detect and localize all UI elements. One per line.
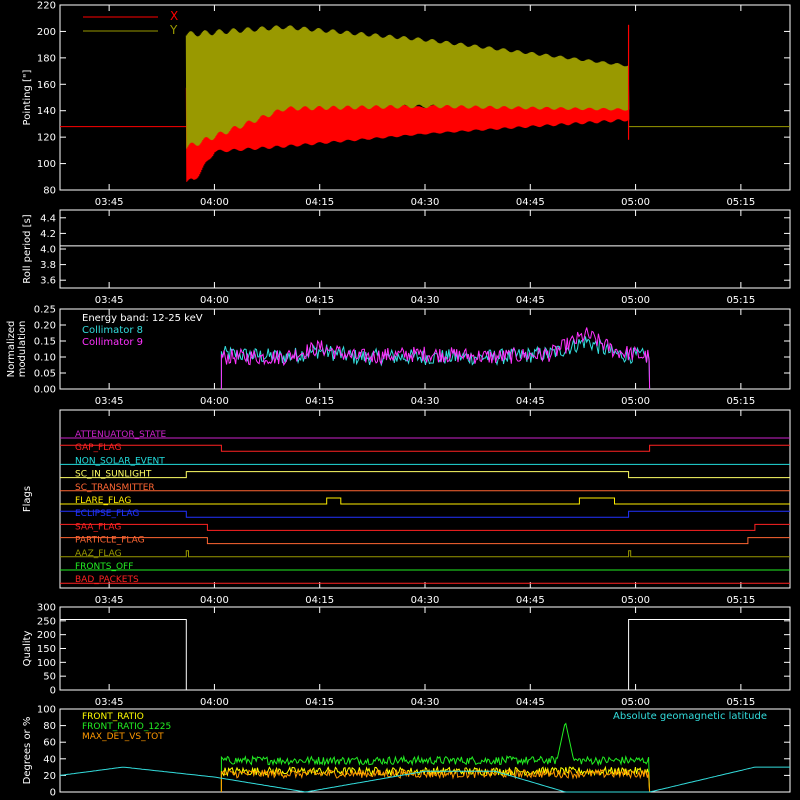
flags-xtick-label: 05:15 bbox=[726, 595, 755, 606]
quality-xtick-label: 03:45 bbox=[95, 697, 124, 708]
modulation-ylabel: modulation bbox=[17, 321, 28, 378]
modulation-ytick-label: 0.10 bbox=[34, 353, 56, 364]
pointing-xtick-label: 04:30 bbox=[411, 197, 440, 208]
pointing-xtick-label: 04:00 bbox=[200, 197, 229, 208]
ratios-ytick-label: 0 bbox=[50, 788, 56, 799]
flags-ylabel: Flags bbox=[22, 486, 33, 512]
pointing-ytick-label: 80 bbox=[43, 186, 56, 197]
pointing-legend-label-X: X bbox=[170, 9, 178, 23]
modulation-xtick-label: 03:45 bbox=[95, 396, 124, 407]
modulation-ytick-label: 0.20 bbox=[34, 321, 56, 332]
pointing-ytick-label: 220 bbox=[37, 1, 56, 12]
modulation-xtick-label: 04:45 bbox=[516, 396, 545, 407]
quality-ytick-label: 100 bbox=[37, 658, 56, 669]
ratios-ytick-label: 100 bbox=[37, 705, 56, 716]
pointing-xtick-label: 03:45 bbox=[95, 197, 124, 208]
flags-xtick-label: 04:15 bbox=[305, 595, 334, 606]
roll-ytick-label: 4.0 bbox=[40, 245, 56, 256]
ratios-ytick-label: 60 bbox=[43, 738, 56, 749]
modulation-xtick-label: 04:15 bbox=[305, 396, 334, 407]
roll-xtick-label: 04:30 bbox=[411, 295, 440, 306]
pointing-xtick-label: 05:00 bbox=[621, 197, 650, 208]
roll-xtick-label: 03:45 bbox=[95, 295, 124, 306]
roll-ylabel: Roll period [s] bbox=[22, 214, 33, 283]
pointing-ytick-label: 100 bbox=[37, 159, 56, 170]
pointing-xtick-label: 04:15 bbox=[305, 197, 334, 208]
ratios-legend-1: FRONT_RATIO_1225 bbox=[82, 722, 171, 732]
quality-ytick-label: 150 bbox=[37, 644, 56, 655]
modulation-ytick-label: 0.15 bbox=[34, 337, 56, 348]
quality-ytick-label: 250 bbox=[37, 616, 56, 627]
ratios-legend-2: MAX_DET_VS_TOT bbox=[82, 732, 164, 742]
pointing-xtick-label: 05:15 bbox=[726, 197, 755, 208]
modulation-xtick-label: 05:15 bbox=[726, 396, 755, 407]
pointing-ytick-label: 180 bbox=[37, 53, 56, 64]
pointing-ylabel: Pointing ["] bbox=[22, 69, 33, 125]
modulation-annotation: Energy band: 12-25 keV bbox=[82, 313, 203, 324]
pointing-xtick-label: 04:45 bbox=[516, 197, 545, 208]
pointing-ytick-label: 140 bbox=[37, 106, 56, 117]
flags-xtick-label: 04:30 bbox=[411, 595, 440, 606]
modulation-legend-1: Collimator 9 bbox=[82, 337, 143, 348]
quality-xtick-label: 05:15 bbox=[726, 697, 755, 708]
pointing-legend-label-Y: Y bbox=[169, 23, 178, 37]
quality-xtick-label: 04:30 bbox=[411, 697, 440, 708]
modulation-ytick-label: 0.05 bbox=[34, 369, 56, 380]
roll-xtick-label: 05:00 bbox=[621, 295, 650, 306]
flags-xtick-label: 03:45 bbox=[95, 595, 124, 606]
flags-xtick-label: 05:00 bbox=[621, 595, 650, 606]
ratios-annotation: Absolute geomagnetic latitude bbox=[613, 711, 767, 722]
quality-ytick-label: 200 bbox=[37, 630, 56, 641]
modulation-ytick-label: 0.25 bbox=[34, 305, 56, 316]
modulation-xtick-label: 04:00 bbox=[200, 396, 229, 407]
roll-ytick-label: 3.8 bbox=[40, 260, 56, 271]
roll-xtick-label: 05:15 bbox=[726, 295, 755, 306]
quality-ytick-label: 50 bbox=[43, 672, 56, 683]
ratios-ytick-label: 20 bbox=[43, 771, 56, 782]
roll-xtick-label: 04:45 bbox=[516, 295, 545, 306]
modulation-xtick-label: 04:30 bbox=[411, 396, 440, 407]
quality-xtick-label: 04:15 bbox=[305, 697, 334, 708]
pointing-ytick-label: 200 bbox=[37, 27, 56, 38]
pointing-ytick-label: 120 bbox=[37, 133, 56, 144]
ratios-ytick-label: 80 bbox=[43, 721, 56, 732]
ratios-ytick-label: 40 bbox=[43, 754, 56, 765]
flags-xtick-label: 04:45 bbox=[516, 595, 545, 606]
quality-ylabel: Quality bbox=[22, 631, 33, 667]
roll-xtick-label: 04:15 bbox=[305, 295, 334, 306]
flags-xtick-label: 04:00 bbox=[200, 595, 229, 606]
modulation-xtick-label: 05:00 bbox=[621, 396, 650, 407]
modulation-legend-0: Collimator 8 bbox=[82, 325, 143, 336]
quality-ytick-label: 0 bbox=[50, 686, 56, 697]
modulation-ytick-label: 0.00 bbox=[34, 385, 56, 396]
pointing-ytick-label: 160 bbox=[37, 80, 56, 91]
quality-xtick-label: 04:00 bbox=[200, 697, 229, 708]
ratios-ylabel: Degrees or % bbox=[22, 717, 33, 785]
roll-ytick-label: 4.2 bbox=[40, 229, 56, 240]
modulation-ylabel: Normalized bbox=[6, 321, 17, 378]
quality-xtick-label: 04:45 bbox=[516, 697, 545, 708]
quality-xtick-label: 05:00 bbox=[621, 697, 650, 708]
ratios-legend-0: FRONT_RATIO bbox=[82, 712, 144, 722]
roll-ytick-label: 3.6 bbox=[40, 276, 56, 287]
quality-ytick-label: 300 bbox=[37, 603, 56, 614]
roll-xtick-label: 04:00 bbox=[200, 295, 229, 306]
rhessi-quicklook-figure: 03:45 04:00 04:15 04:30 04:45 05:00 05:15 80 100… bbox=[0, 0, 800, 800]
roll-ytick-label: 4.4 bbox=[40, 213, 56, 224]
